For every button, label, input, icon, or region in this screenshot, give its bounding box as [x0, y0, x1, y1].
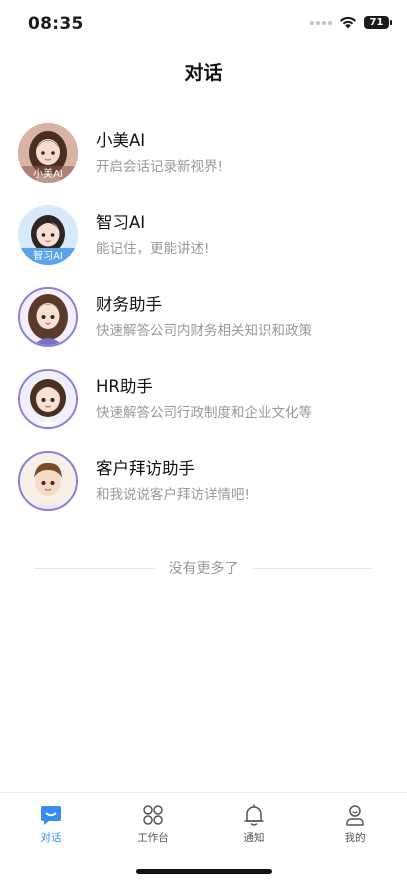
- status-bar: 08:35 71: [0, 0, 407, 48]
- avatar-portrait-icon: [20, 453, 76, 509]
- tab-workbench[interactable]: 工作台: [123, 803, 183, 845]
- tab-label: 我的: [344, 832, 366, 844]
- avatar-xiaomei-ai: 小美AI: [18, 123, 78, 183]
- avatar-badge: 小美AI: [18, 166, 78, 183]
- avatar-zhixi-ai: 智习AI: [18, 205, 78, 265]
- wifi-icon: [340, 16, 356, 29]
- chat-description: 开启会话记录新视界!: [96, 159, 223, 175]
- tab-profile[interactable]: 我的: [325, 803, 385, 845]
- chat-name: 小美AI: [96, 131, 146, 150]
- bell-icon: [244, 804, 264, 826]
- chat-name: 财务助手: [96, 295, 162, 314]
- status-icons: 71: [310, 16, 392, 29]
- list-end-divider: 没有更多了: [34, 558, 373, 578]
- status-time: 08:35: [28, 14, 84, 34]
- chat-description: 和我说说客户拜访详情吧!: [96, 487, 250, 503]
- avatar-finance-assistant: [18, 287, 78, 347]
- tab-label: 通知: [243, 832, 265, 844]
- chat-name: 智习AI: [96, 213, 146, 232]
- chat-item-hr-assistant[interactable]: HR助手 快速解答公司行政制度和企业文化等: [0, 358, 407, 440]
- divider-line: [252, 567, 373, 569]
- tab-label: 工作台: [137, 832, 169, 844]
- divider-line: [34, 567, 155, 569]
- chat-item-finance-assistant[interactable]: 财务助手 快速解答公司内财务相关知识和政策: [0, 276, 407, 358]
- tab-chat[interactable]: 对话: [21, 803, 81, 845]
- chat-list: 小美AI 小美AI 开启会话记录新视界! 智习AI 智习AI 能记住，更能讲述!: [0, 112, 407, 522]
- no-more-text: 没有更多了: [168, 561, 239, 577]
- avatar-client-visit-assistant: [18, 451, 78, 511]
- chat-description: 快速解答公司内财务相关知识和政策: [96, 323, 312, 339]
- grid-icon: [143, 805, 163, 825]
- avatar-badge: 智习AI: [18, 248, 78, 265]
- avatar-portrait-icon: [20, 289, 76, 345]
- battery-indicator: 71: [364, 16, 392, 29]
- chat-item-client-visit-assistant[interactable]: 客户拜访助手 和我说说客户拜访详情吧!: [0, 440, 407, 522]
- user-icon: [346, 805, 364, 826]
- bottom-tab-bar: 对话 工作台 通知 我的: [0, 792, 407, 883]
- tab-label: 对话: [40, 832, 62, 844]
- chat-name: HR助手: [96, 377, 153, 396]
- cellular-signal-icon: [310, 20, 332, 25]
- page-title: 对话: [184, 62, 223, 84]
- chat-name: 客户拜访助手: [96, 459, 195, 478]
- home-indicator[interactable]: [136, 869, 272, 874]
- chat-bubble-icon: [41, 806, 61, 825]
- chat-item-xiaomei-ai[interactable]: 小美AI 小美AI 开启会话记录新视界!: [0, 112, 407, 194]
- avatar-hr-assistant: [18, 369, 78, 429]
- chat-item-zhixi-ai[interactable]: 智习AI 智习AI 能记住，更能讲述!: [0, 194, 407, 276]
- avatar-portrait-icon: [20, 371, 76, 427]
- chat-description: 能记住，更能讲述!: [96, 241, 210, 257]
- chat-description: 快速解答公司行政制度和企业文化等: [96, 405, 312, 421]
- tab-notifications[interactable]: 通知: [224, 803, 284, 845]
